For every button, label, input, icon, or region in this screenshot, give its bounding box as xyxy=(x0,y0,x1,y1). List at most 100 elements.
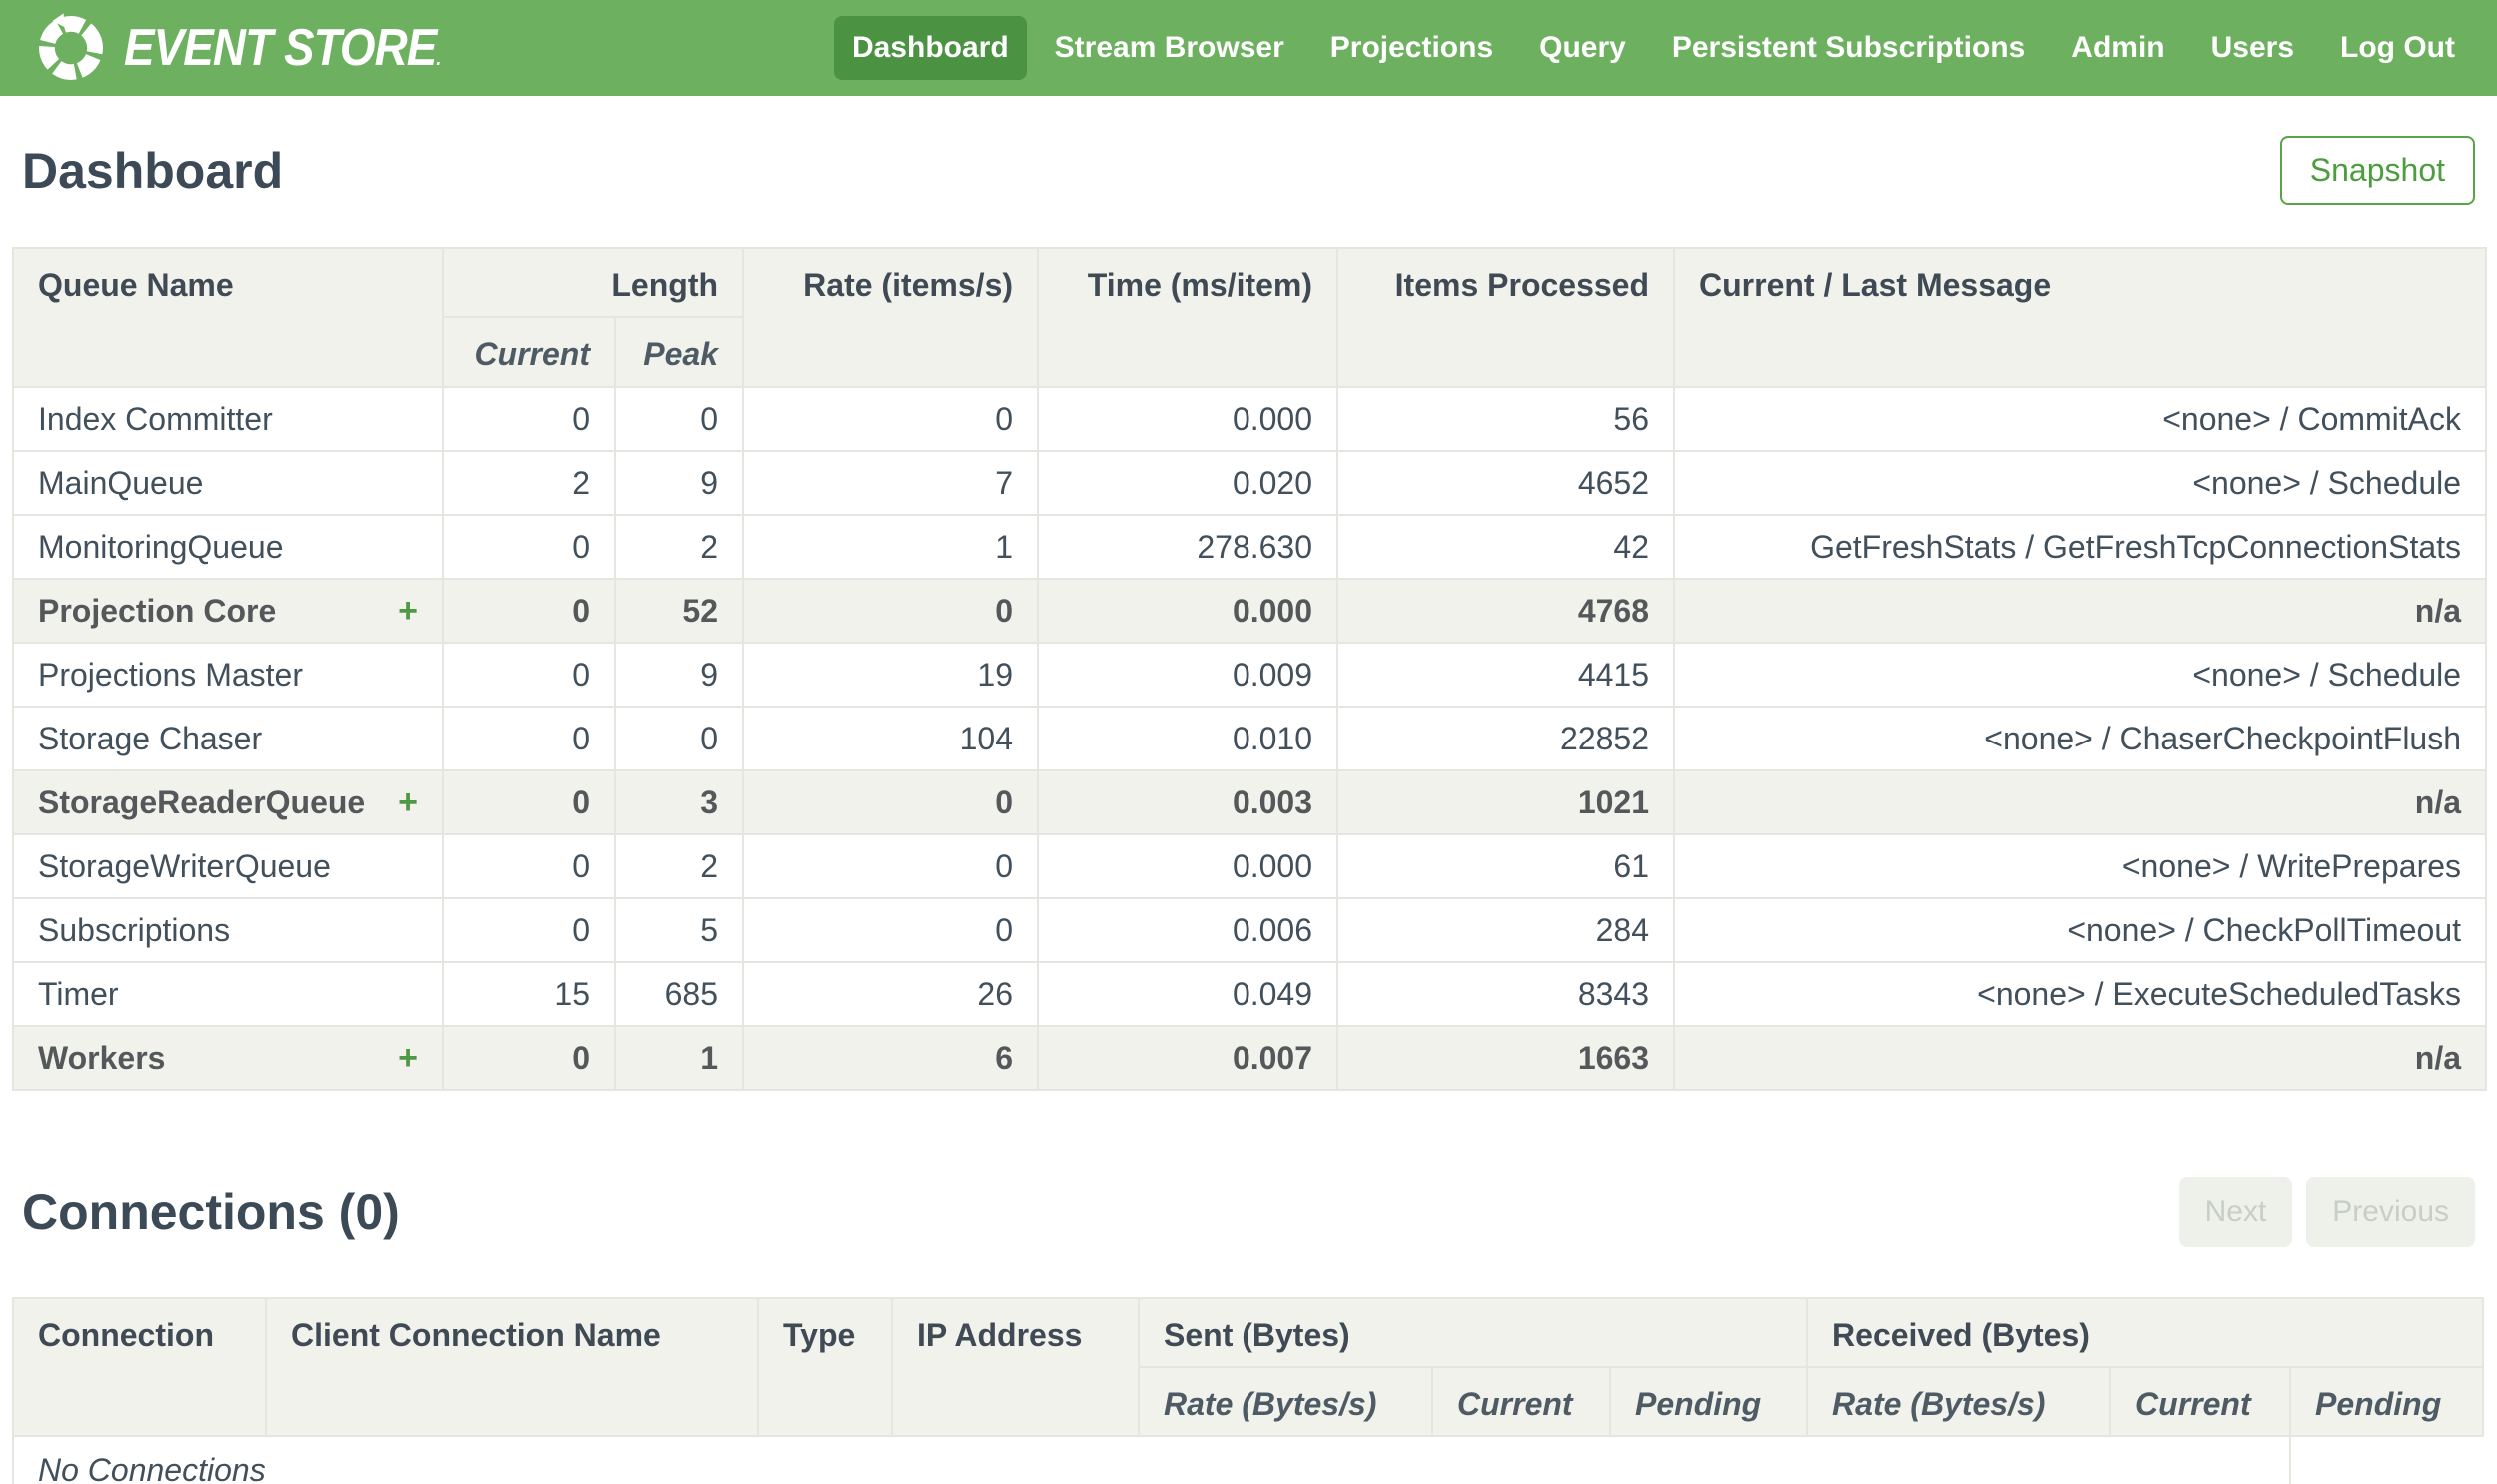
nav-item-persistent-subscriptions[interactable]: Persistent Subscriptions xyxy=(1654,16,2043,80)
queue-length-peak: 1 xyxy=(613,1025,745,1091)
table-row-timer: Timer 15 685 26 0.049 8343 <none> / Exec… xyxy=(12,961,2488,1027)
connections-title: Connections (0) xyxy=(22,1184,400,1240)
expand-plus-icon[interactable]: + xyxy=(398,783,418,822)
table-row-projection-core[interactable]: Projection Core + 0 52 0 0.000 4768 n/a xyxy=(12,578,2488,644)
queue-rate: 7 xyxy=(742,450,1040,516)
queue-rate: 104 xyxy=(742,706,1040,771)
col-header-type: Type xyxy=(757,1297,893,1437)
queue-rate: 0 xyxy=(742,386,1040,452)
table-row-storage-chaser: Storage Chaser 0 0 104 0.010 22852 <none… xyxy=(12,706,2488,771)
queue-time: 0.009 xyxy=(1037,642,1339,708)
queue-length-current: 2 xyxy=(442,450,616,516)
queue-length-current: 0 xyxy=(442,833,616,899)
table-row-no-connections: No Connections xyxy=(11,1435,2483,1484)
queue-table-header: Queue Name Length Rate (items/s) Time (m… xyxy=(12,247,2488,388)
queue-rate: 1 xyxy=(742,514,1040,580)
queue-message: <none> / ChaserCheckpointFlush xyxy=(1673,706,2488,771)
queue-rate: 0 xyxy=(742,897,1040,963)
queue-length-peak: 9 xyxy=(613,450,745,516)
connections-table: Connection Client Connection Name Type I… xyxy=(11,1297,2485,1484)
queue-time: 0.049 xyxy=(1037,961,1339,1027)
event-store-logo-icon xyxy=(39,13,103,80)
nav-item-stream-browser[interactable]: Stream Browser xyxy=(1037,16,1302,80)
col-header-client-connection-name: Client Connection Name xyxy=(265,1297,759,1437)
queue-message: n/a xyxy=(1673,1025,2488,1091)
queue-length-peak: 2 xyxy=(613,833,745,899)
table-row-index-committer: Index Committer 0 0 0 0.000 56 <none> / … xyxy=(12,386,2488,452)
col-header-sent-current: Current xyxy=(1431,1366,1611,1437)
queue-time: 0.000 xyxy=(1037,578,1339,644)
table-row-workers[interactable]: Workers + 0 1 6 0.007 1663 n/a xyxy=(12,1025,2488,1091)
queue-length-peak: 0 xyxy=(613,706,745,771)
previous-button[interactable]: Previous xyxy=(2306,1177,2475,1247)
queue-time: 0.010 xyxy=(1037,706,1339,771)
queue-length-peak: 685 xyxy=(613,961,745,1027)
page-title: Dashboard xyxy=(22,142,284,199)
no-connections-message: No Connections xyxy=(11,1435,2292,1484)
queue-length-current: 15 xyxy=(442,961,616,1027)
queue-items-processed: 56 xyxy=(1336,386,1676,452)
col-header-items-processed: Items Processed xyxy=(1336,247,1676,388)
snapshot-button[interactable]: Snapshot xyxy=(2279,136,2475,205)
col-header-length-peak: Peak xyxy=(613,316,745,388)
connections-header: Connections (0) Next Previous xyxy=(22,1177,2475,1247)
queue-message: <none> / CheckPollTimeout xyxy=(1673,897,2488,963)
pager: Next Previous xyxy=(2178,1177,2475,1247)
queue-time: 0.003 xyxy=(1037,769,1339,835)
queue-message: n/a xyxy=(1673,769,2488,835)
nav-item-dashboard[interactable]: Dashboard xyxy=(833,16,1027,80)
col-header-received-pending: Pending xyxy=(2289,1366,2485,1437)
expand-plus-icon[interactable]: + xyxy=(398,1039,418,1078)
queue-time: 0.000 xyxy=(1037,833,1339,899)
table-row-mainqueue: MainQueue 2 9 7 0.020 4652 <none> / Sche… xyxy=(12,450,2488,516)
nav-item-users[interactable]: Users xyxy=(2193,16,2312,80)
top-navbar: EVENT STORE. Dashboard Stream Browser Pr… xyxy=(0,0,2497,96)
queue-length-peak: 5 xyxy=(613,897,745,963)
queue-name: Storage Chaser xyxy=(38,720,263,756)
queue-rate: 0 xyxy=(742,578,1040,644)
queue-message: n/a xyxy=(1673,578,2488,644)
nav-items: Dashboard Stream Browser Projections Que… xyxy=(833,16,2473,80)
queue-items-processed: 1021 xyxy=(1336,769,1676,835)
nav-item-log-out[interactable]: Log Out xyxy=(2322,16,2473,80)
queue-name: StorageWriterQueue xyxy=(38,847,331,884)
queue-items-processed: 4768 xyxy=(1336,578,1676,644)
queue-message: <none> / Schedule xyxy=(1673,450,2488,516)
queue-length-current: 0 xyxy=(442,386,616,452)
brand: EVENT STORE. xyxy=(34,11,484,85)
nav-item-query[interactable]: Query xyxy=(1521,16,1644,80)
queue-length-current: 0 xyxy=(442,706,616,771)
queue-length-current: 0 xyxy=(442,578,616,644)
queue-time: 278.630 xyxy=(1037,514,1339,580)
col-header-received-rate: Rate (Bytes/s) xyxy=(1806,1366,2112,1437)
queue-rate: 0 xyxy=(742,833,1040,899)
queue-time: 0.006 xyxy=(1037,897,1339,963)
queue-length-peak: 3 xyxy=(613,769,745,835)
queue-items-processed: 8343 xyxy=(1336,961,1676,1027)
queue-length-current: 0 xyxy=(442,769,616,835)
col-header-ip-address: IP Address xyxy=(891,1297,1140,1437)
table-row-subscriptions: Subscriptions 0 5 0 0.006 284 <none> / C… xyxy=(12,897,2488,963)
queue-time: 0.007 xyxy=(1037,1025,1339,1091)
col-header-sent-bytes: Sent (Bytes) xyxy=(1137,1297,1809,1368)
queue-message: <none> / ExecuteScheduledTasks xyxy=(1673,961,2488,1027)
queue-items-processed: 1663 xyxy=(1336,1025,1676,1091)
queue-name: Subscriptions xyxy=(38,911,231,948)
table-row-storagereaderqueue[interactable]: StorageReaderQueue + 0 3 0 0.003 1021 n/a xyxy=(12,769,2488,835)
expand-plus-icon[interactable]: + xyxy=(398,592,418,631)
table-row-projections-master: Projections Master 0 9 19 0.009 4415 <no… xyxy=(12,642,2488,708)
queue-items-processed: 42 xyxy=(1336,514,1676,580)
queue-rate: 26 xyxy=(742,961,1040,1027)
next-button[interactable]: Next xyxy=(2178,1177,2293,1247)
queue-name: Timer xyxy=(38,975,119,1012)
nav-item-admin[interactable]: Admin xyxy=(2053,16,2182,80)
col-header-length-current: Current xyxy=(442,316,616,388)
col-header-time: Time (ms/item) xyxy=(1037,247,1339,388)
page-header: Dashboard Snapshot xyxy=(22,136,2475,205)
queue-length-current: 0 xyxy=(442,642,616,708)
nav-item-projections[interactable]: Projections xyxy=(1312,16,1511,80)
queue-message: <none> / Schedule xyxy=(1673,642,2488,708)
col-header-length: Length xyxy=(441,247,745,318)
table-row-monitoringqueue: MonitoringQueue 0 2 1 278.630 42 GetFres… xyxy=(12,514,2488,580)
queue-name: Projection Core xyxy=(38,592,277,629)
